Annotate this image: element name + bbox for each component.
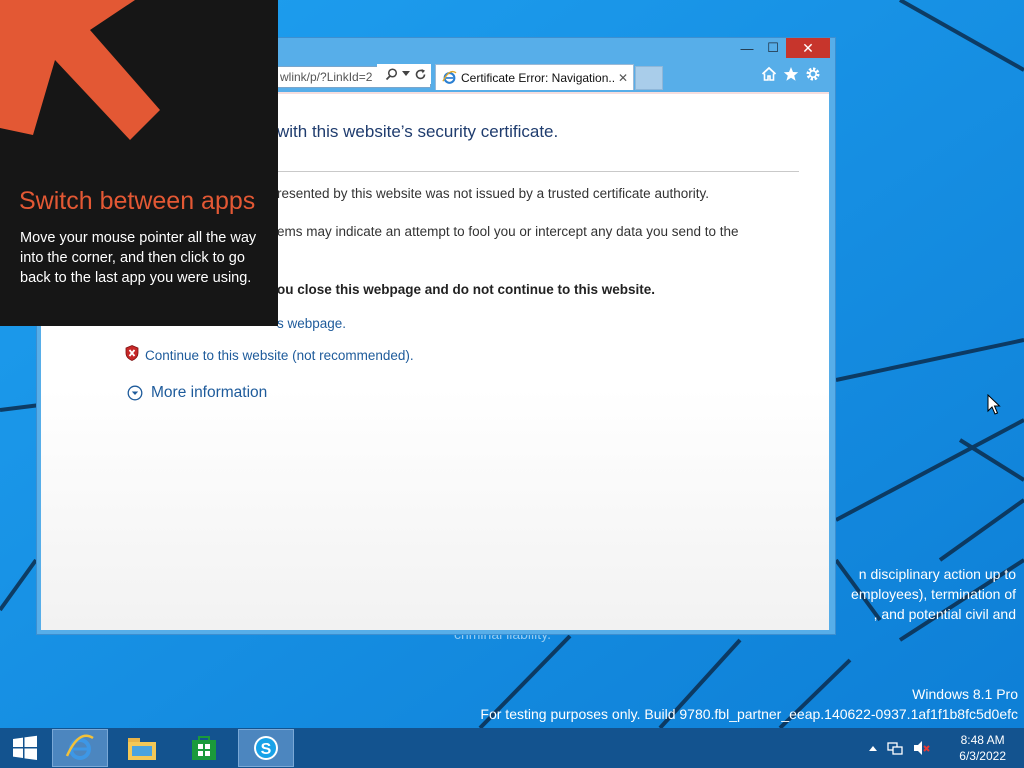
browser-tab-active[interactable]: Certificate Error: Navigation... ✕: [435, 64, 634, 90]
taskbar: S 8:48 AM 6/3/2022: [0, 728, 1024, 768]
tab-title: Certificate Error: Navigation...: [461, 70, 616, 85]
ie-icon: [65, 734, 94, 760]
close-webpage-link[interactable]: s webpage.: [277, 316, 346, 331]
store-icon: [192, 736, 216, 760]
recommendation-text: ou close this webpage and do not continu…: [277, 282, 656, 297]
tab-close-button[interactable]: ✕: [616, 71, 630, 85]
more-information-toggle[interactable]: More information: [127, 384, 267, 402]
windows-logo-icon: [13, 735, 37, 760]
error-warning: ems may indicate an attempt to fool you …: [277, 224, 739, 239]
clock-date: 6/3/2022: [959, 749, 1006, 763]
clock[interactable]: 8:48 AM 6/3/2022: [959, 732, 1006, 764]
taskbar-file-explorer[interactable]: [114, 729, 170, 767]
more-information-label: More information: [151, 384, 268, 401]
taskbar-skype[interactable]: S: [238, 729, 294, 767]
search-icon[interactable]: [385, 67, 398, 81]
dropdown-arrow-icon[interactable]: [402, 71, 410, 77]
arrow-up-left-icon: [0, 0, 160, 140]
os-watermark: Windows 8.1 Pro For testing purposes onl…: [480, 684, 1018, 724]
system-tray: 8:48 AM 6/3/2022: [869, 728, 1024, 768]
continue-to-website-link[interactable]: Continue to this website (not recommende…: [145, 348, 414, 363]
folder-icon: [128, 738, 156, 760]
refresh-icon[interactable]: [414, 68, 427, 81]
minimize-button[interactable]: —: [734, 38, 760, 58]
switch-apps-tip: Switch between apps Move your mouse poin…: [0, 0, 278, 326]
error-description: resented by this website was not issued …: [277, 186, 709, 201]
os-name: Windows 8.1 Pro: [912, 686, 1018, 702]
build-string: For testing purposes only. Build 9780.fb…: [480, 706, 1018, 722]
home-icon[interactable]: [761, 66, 777, 82]
new-tab-button[interactable]: [635, 66, 663, 90]
mouse-cursor-icon: [987, 394, 1001, 415]
maximize-button[interactable]: ☐: [760, 38, 786, 58]
show-hidden-icons-icon[interactable]: [869, 745, 878, 751]
favorites-star-icon[interactable]: [783, 66, 799, 82]
tip-body: Move your mouse pointer all the way into…: [20, 230, 257, 286]
taskbar-internet-explorer[interactable]: [52, 729, 108, 767]
volume-muted-icon[interactable]: [913, 740, 931, 756]
network-icon[interactable]: [887, 740, 903, 756]
gear-icon[interactable]: [805, 66, 821, 82]
expand-circle-icon: [127, 385, 143, 401]
taskbar-store[interactable]: [176, 729, 232, 767]
address-bar-buttons: [377, 64, 431, 84]
page-heading: with this website’s security certificate…: [277, 122, 559, 141]
window-controls: — ☐ ✕: [734, 38, 830, 58]
clock-time: 8:48 AM: [960, 733, 1005, 747]
divider: [277, 171, 799, 172]
close-window-button[interactable]: ✕: [786, 38, 830, 58]
svg-text:S: S: [261, 741, 272, 758]
start-button[interactable]: [0, 729, 50, 767]
tip-title: Switch between apps: [19, 187, 256, 215]
address-text: wlink/p/?LinkId=2: [280, 70, 373, 84]
shield-warning-icon: [125, 345, 139, 361]
browser-command-icons: [761, 66, 821, 82]
skype-icon: S: [254, 736, 278, 760]
ie-icon: [442, 70, 457, 84]
